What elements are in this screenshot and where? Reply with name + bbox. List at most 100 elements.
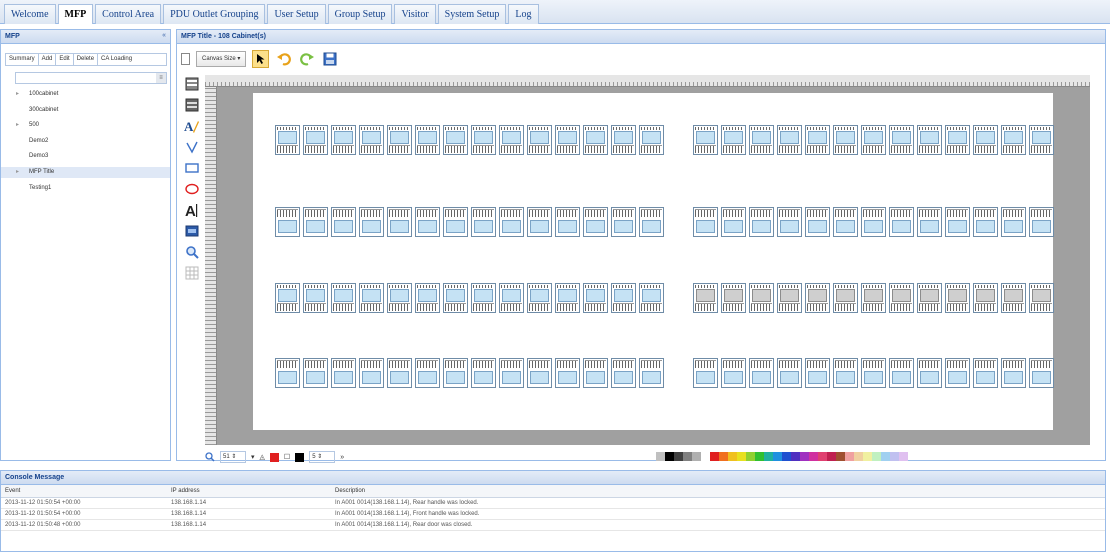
rack-cabinet[interactable] bbox=[387, 283, 412, 313]
palette-color-swatch[interactable] bbox=[827, 452, 836, 461]
rack-cabinet[interactable] bbox=[359, 283, 384, 313]
rack-cabinet[interactable] bbox=[527, 283, 552, 313]
rack-cabinet[interactable] bbox=[387, 358, 412, 388]
palette-color-swatch[interactable] bbox=[809, 452, 818, 461]
add-rack-tool-button[interactable] bbox=[183, 75, 200, 92]
floor-plan-workspace[interactable] bbox=[217, 87, 1090, 445]
rack-cabinet[interactable] bbox=[721, 358, 746, 388]
edit-button[interactable]: Edit bbox=[56, 54, 74, 65]
rectangle-tool-button[interactable] bbox=[183, 159, 200, 176]
tab-control-area[interactable]: Control Area bbox=[95, 4, 162, 24]
tree-item-300cabinet[interactable]: 300cabinet bbox=[1, 105, 170, 116]
rack-cabinet[interactable] bbox=[861, 283, 886, 313]
delete-button[interactable]: Delete bbox=[74, 54, 99, 65]
table-row[interactable]: 2013-11-12 01:50:54 +00:00 138.168.1.14 … bbox=[1, 509, 1105, 520]
rack-cabinet[interactable] bbox=[889, 283, 914, 313]
rack-cabinet[interactable] bbox=[805, 283, 830, 313]
palette-color-swatch[interactable] bbox=[710, 452, 719, 461]
rack-cabinet[interactable] bbox=[387, 207, 412, 237]
rack-cabinet[interactable] bbox=[1029, 125, 1054, 155]
rack-cabinet[interactable] bbox=[555, 358, 580, 388]
rack-cabinet[interactable] bbox=[499, 358, 524, 388]
palette-color-swatch[interactable] bbox=[719, 452, 728, 461]
palette-color-swatch[interactable] bbox=[854, 452, 863, 461]
tab-user-setup[interactable]: User Setup bbox=[267, 4, 326, 24]
tab-group-setup[interactable]: Group Setup bbox=[327, 4, 393, 24]
tab-visitor[interactable]: Visitor bbox=[394, 4, 436, 24]
palette-color-swatch[interactable] bbox=[764, 452, 773, 461]
palette-color-swatch[interactable] bbox=[800, 452, 809, 461]
rack-cabinet[interactable] bbox=[331, 207, 356, 237]
rack-cabinet[interactable] bbox=[749, 207, 774, 237]
rack-cabinet[interactable] bbox=[415, 358, 440, 388]
rack-cabinet[interactable] bbox=[861, 125, 886, 155]
rack-cabinet[interactable] bbox=[749, 125, 774, 155]
rack-cabinet[interactable] bbox=[1029, 207, 1054, 237]
line-style-icon[interactable]: ☐ bbox=[284, 453, 290, 461]
palette-color-swatch[interactable] bbox=[746, 452, 755, 461]
undo-button[interactable] bbox=[275, 50, 292, 68]
rack-cabinet[interactable] bbox=[471, 125, 496, 155]
rack-cabinet[interactable] bbox=[275, 125, 300, 155]
rack-cabinet[interactable] bbox=[303, 207, 328, 237]
rack-cabinet[interactable] bbox=[889, 207, 914, 237]
tree-item-demo2[interactable]: Demo2 bbox=[1, 136, 170, 147]
rack-cabinet[interactable] bbox=[749, 358, 774, 388]
rack-cabinet[interactable] bbox=[583, 125, 608, 155]
rack-cabinet[interactable] bbox=[973, 207, 998, 237]
rack-cabinet[interactable] bbox=[1001, 358, 1026, 388]
grid-tool-button[interactable] bbox=[183, 264, 200, 281]
rack-cabinet[interactable] bbox=[777, 283, 802, 313]
rack-cabinet[interactable] bbox=[889, 125, 914, 155]
rack-cabinet[interactable] bbox=[555, 207, 580, 237]
rack-cabinet[interactable] bbox=[889, 358, 914, 388]
palette-color-swatch[interactable] bbox=[773, 452, 782, 461]
line-tool-button[interactable] bbox=[183, 138, 200, 155]
rack-cabinet[interactable] bbox=[1001, 207, 1026, 237]
search-icon[interactable]: ≡ bbox=[156, 73, 166, 83]
rack-cabinet[interactable] bbox=[973, 125, 998, 155]
rack-cabinet[interactable] bbox=[331, 283, 356, 313]
rack-cabinet[interactable] bbox=[471, 358, 496, 388]
palette-color-swatch[interactable] bbox=[845, 452, 854, 461]
rack-cabinet[interactable] bbox=[331, 358, 356, 388]
rack-cabinet[interactable] bbox=[777, 125, 802, 155]
palette-color-swatch[interactable] bbox=[818, 452, 827, 461]
rack-cabinet[interactable] bbox=[945, 125, 970, 155]
ca-loading-button[interactable]: CA Loading bbox=[98, 54, 135, 65]
rack-cabinet[interactable] bbox=[1029, 283, 1054, 313]
rack-cabinet[interactable] bbox=[527, 125, 552, 155]
tab-welcome[interactable]: Welcome bbox=[4, 4, 56, 24]
palette-color-swatch[interactable] bbox=[872, 452, 881, 461]
rack-cabinet[interactable] bbox=[331, 125, 356, 155]
rack-cabinet[interactable] bbox=[583, 283, 608, 313]
tab-log[interactable]: Log bbox=[508, 4, 539, 24]
rack-cabinet[interactable] bbox=[639, 125, 664, 155]
save-button[interactable] bbox=[321, 50, 338, 68]
zoom-level-input[interactable]: 51 ⇕ bbox=[220, 451, 246, 463]
rack-cabinet[interactable] bbox=[833, 125, 858, 155]
line-width-input[interactable]: 5 ⇕ bbox=[309, 451, 336, 463]
rack-cabinet[interactable] bbox=[721, 207, 746, 237]
rack-cabinet[interactable] bbox=[611, 283, 636, 313]
rack-cabinet[interactable] bbox=[303, 358, 328, 388]
rack-cabinet[interactable] bbox=[359, 207, 384, 237]
rack-cabinet[interactable] bbox=[1001, 283, 1026, 313]
tab-pdu-outlet-grouping[interactable]: PDU Outlet Grouping bbox=[163, 4, 266, 24]
table-row[interactable]: 2013-11-12 01:50:54 +00:00 138.168.1.14 … bbox=[1, 498, 1105, 509]
text-tool-button[interactable]: A bbox=[183, 201, 200, 218]
tab-mfp[interactable]: MFP bbox=[57, 4, 94, 24]
rack-cabinet[interactable] bbox=[359, 358, 384, 388]
rack-cabinet[interactable] bbox=[833, 283, 858, 313]
rack-cabinet[interactable] bbox=[833, 358, 858, 388]
rack-cabinet[interactable] bbox=[805, 358, 830, 388]
rack-cabinet[interactable] bbox=[917, 125, 942, 155]
rack-cabinet[interactable] bbox=[443, 207, 468, 237]
palette-color-swatch[interactable] bbox=[782, 452, 791, 461]
palette-color-swatch[interactable] bbox=[656, 452, 665, 461]
table-row[interactable]: 2013-11-12 01:50:48 +00:00 138.168.1.14 … bbox=[1, 520, 1105, 531]
rack-cabinet[interactable] bbox=[611, 207, 636, 237]
page-icon[interactable] bbox=[181, 53, 190, 65]
expand-icon[interactable]: ▸ bbox=[16, 120, 19, 131]
rack-cabinet[interactable] bbox=[945, 283, 970, 313]
